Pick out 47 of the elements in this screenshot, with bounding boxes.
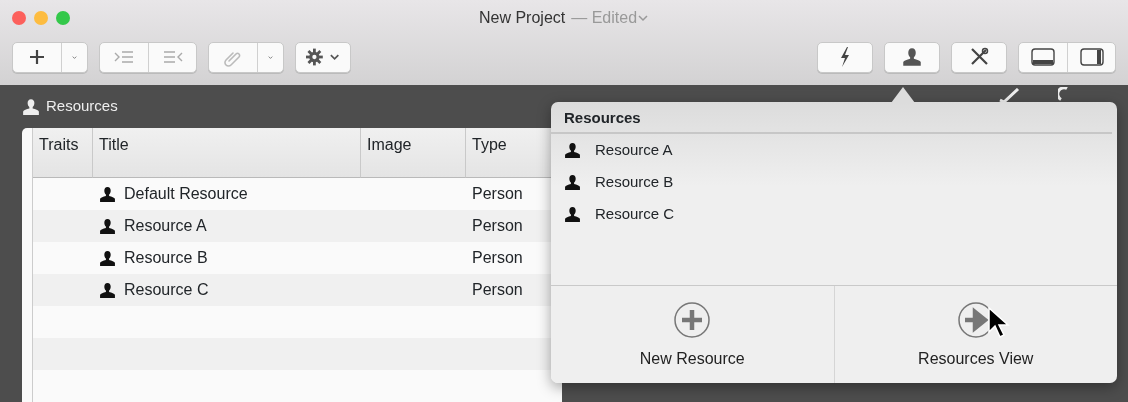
side-panel-icon bbox=[1079, 48, 1104, 66]
person-icon bbox=[902, 47, 922, 67]
person-icon bbox=[564, 206, 581, 223]
person-icon bbox=[99, 185, 116, 203]
new-resource-button[interactable]: New Resource bbox=[551, 286, 834, 383]
bottom-panel-icon bbox=[1031, 48, 1055, 66]
table-cell-text: Person bbox=[472, 216, 523, 236]
column-header: Traits bbox=[33, 128, 93, 178]
outdent-icon bbox=[161, 49, 184, 65]
person-icon bbox=[99, 249, 116, 267]
lightning-icon bbox=[839, 47, 851, 67]
zoom-button[interactable] bbox=[56, 11, 70, 25]
action-button[interactable] bbox=[817, 41, 873, 73]
person-icon bbox=[564, 174, 581, 191]
resources-button[interactable] bbox=[884, 41, 940, 73]
checkmark-icon bbox=[998, 88, 1020, 102]
person-icon bbox=[22, 97, 40, 116]
column-header: Image bbox=[361, 128, 466, 178]
table-cell-text: Person bbox=[472, 248, 523, 268]
indent-icon bbox=[113, 49, 135, 65]
popover-arrow bbox=[891, 86, 915, 103]
settings-button[interactable] bbox=[295, 41, 351, 73]
person-icon bbox=[99, 281, 116, 299]
table-cell-text: Person bbox=[472, 184, 523, 204]
plus-icon bbox=[29, 49, 45, 65]
window-title: New Project bbox=[478, 8, 566, 28]
person-icon bbox=[564, 142, 581, 159]
tools-icon bbox=[969, 47, 989, 67]
table-cell-text: Resource B bbox=[124, 248, 208, 268]
cursor-icon bbox=[987, 307, 1011, 339]
inspector-button[interactable] bbox=[951, 41, 1007, 73]
close-button[interactable] bbox=[12, 11, 26, 25]
table-cell-text: Person bbox=[472, 280, 523, 300]
edited-status: — Edited bbox=[571, 8, 638, 28]
table-cell-text: Resource A bbox=[124, 216, 207, 236]
table-cell-text: Default Resource bbox=[124, 184, 248, 204]
table-cell-text: Resource C bbox=[124, 280, 209, 300]
chevron-down-icon bbox=[637, 14, 650, 22]
add-circle-icon bbox=[673, 301, 712, 339]
resource-item[interactable]: Resource C bbox=[551, 198, 1117, 231]
minimize-button[interactable] bbox=[34, 11, 48, 25]
person-icon bbox=[99, 217, 116, 235]
chevron-down-icon bbox=[328, 53, 340, 61]
popover-title: Resources bbox=[551, 102, 1112, 134]
gear-icon bbox=[306, 48, 323, 66]
column-header: Title bbox=[93, 128, 361, 178]
panel-title: Resources bbox=[46, 96, 118, 117]
